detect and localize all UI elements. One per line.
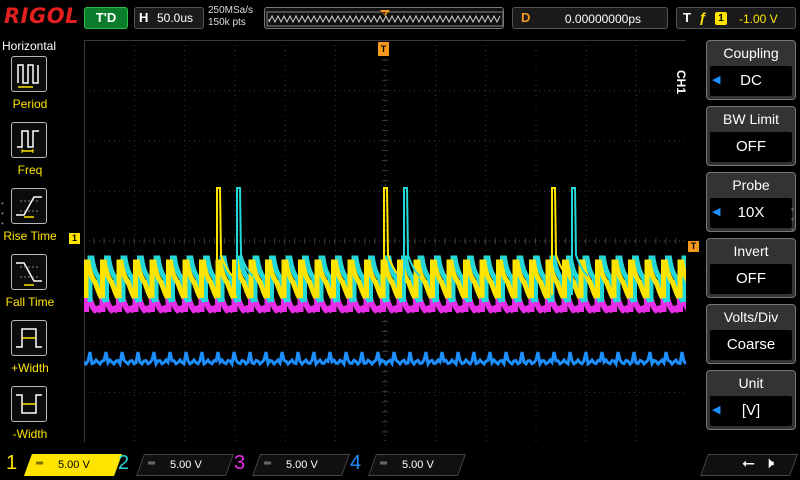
fall-time-label: Fall Time <box>5 295 55 309</box>
measure-freq-button[interactable]: Freq <box>0 122 60 186</box>
measure-negative-width-button[interactable]: -Width <box>0 386 60 450</box>
probe-value: 10X <box>710 198 792 228</box>
delay-value: 0.00000000ps <box>564 12 641 26</box>
delay-box[interactable]: D 0.00000000ps <box>512 7 668 29</box>
rise-time-label: Rise Time <box>3 229 57 243</box>
memory-waveform-preview: T <box>266 10 503 27</box>
trigger-source-badge: 1 <box>715 12 727 25</box>
ch1-scale: 5.00 V <box>58 459 90 471</box>
right-menu-page-indicator: • • • <box>791 205 794 234</box>
period-label: Period <box>12 97 48 111</box>
ch1-ground-marker[interactable]: 1 <box>69 233 80 244</box>
memory-overview-bar[interactable]: T <box>264 7 504 29</box>
measure-period-button[interactable]: Period <box>0 56 60 120</box>
timebase-box[interactable]: H 50.0us <box>134 7 204 29</box>
bw-limit-softkey[interactable]: BW Limit OFF <box>706 106 796 166</box>
dc-coupling-icon: ═ <box>264 458 272 469</box>
measure-positive-width-button[interactable]: +Width <box>0 320 60 384</box>
left-arrow-icon: ◀ <box>712 74 721 86</box>
rising-edge-icon: ƒ <box>699 9 707 25</box>
invert-softkey[interactable]: Invert OFF <box>706 238 796 298</box>
dc-coupling-icon: ═ <box>380 458 388 469</box>
horizontal-measure-menu: Horizontal Period Freq Rise Time Fall Ti… <box>0 36 60 450</box>
channel-settings-menu: Coupling DC ◀ BW Limit OFF Probe 10X ◀ I… <box>700 36 800 450</box>
ch1-status[interactable]: 1 ═ 5.00 V <box>6 452 123 476</box>
ch2-status[interactable]: 2 ═ 5.00 V <box>118 452 235 476</box>
channel-status-bar: 1 ═ 5.00 V 2 ═ 5.00 V 3 ═ 5.00 V 4 ═ 5.0… <box>0 450 800 480</box>
period-icon <box>11 56 47 92</box>
trigger-label: T <box>683 10 691 25</box>
volts-div-title: Volts/Div <box>723 309 779 325</box>
measure-fall-time-button[interactable]: Fall Time <box>0 254 60 318</box>
coupling-title: Coupling <box>723 45 779 61</box>
rigol-logo: RIGOL <box>4 4 79 28</box>
ch4-status[interactable]: 4 ═ 5.00 V <box>350 452 467 476</box>
coupling-value: DC <box>710 66 792 96</box>
negative-width-icon <box>11 386 47 422</box>
channel-menu-tag: CH1 <box>674 70 688 95</box>
acquisition-info: 250MSa/s 150k pts <box>208 5 253 29</box>
positive-width-label: +Width <box>11 361 49 375</box>
timebase-value: 50.0us <box>157 11 194 25</box>
bw-limit-title: BW Limit <box>723 111 779 127</box>
ch4-scale: 5.00 V <box>402 459 434 471</box>
unit-value: [V] <box>710 396 792 426</box>
speaker-muted-icon[interactable]: 🕨 <box>764 455 774 473</box>
probe-title: Probe <box>732 177 770 193</box>
dc-coupling-icon: ═ <box>148 458 156 469</box>
delay-label: D <box>521 10 531 25</box>
ch1-number: 1 <box>6 452 18 474</box>
ch3-number: 3 <box>234 452 246 474</box>
positive-width-icon <box>11 320 47 356</box>
waveform-traces <box>84 187 686 368</box>
ch3-status[interactable]: 3 ═ 5.00 V <box>234 452 351 476</box>
fall-time-icon <box>11 254 47 290</box>
rise-time-icon <box>11 188 47 224</box>
trigger-position-marker[interactable]: T <box>378 42 389 56</box>
memory-depth: 150k pts <box>208 17 246 28</box>
invert-title: Invert <box>733 243 769 259</box>
freq-icon <box>11 122 47 158</box>
usb-icon: ⭠ <box>742 455 755 472</box>
coupling-softkey[interactable]: Coupling DC ◀ <box>706 40 796 100</box>
top-status-bar: RIGOL T'D H 50.0us 250MSa/s 150k pts T D… <box>0 0 800 36</box>
ch2-number: 2 <box>118 452 130 474</box>
run-status-badge[interactable]: T'D <box>84 7 128 29</box>
left-arrow-icon: ◀ <box>712 404 721 416</box>
ch3-scale: 5.00 V <box>286 459 318 471</box>
volts-div-softkey[interactable]: Volts/Div Coarse <box>706 304 796 364</box>
timebase-label: H <box>139 10 149 25</box>
ch4-trace <box>84 351 686 368</box>
unit-softkey[interactable]: Unit [V] ◀ <box>706 370 796 430</box>
bw-limit-value: OFF <box>710 132 792 162</box>
volts-div-value: Coarse <box>710 330 792 360</box>
ch4-number: 4 <box>350 452 362 474</box>
measure-rise-time-button[interactable]: Rise Time <box>0 188 60 252</box>
negative-width-label: -Width <box>12 427 48 441</box>
sample-rate: 250MSa/s <box>208 5 254 16</box>
invert-value: OFF <box>710 264 792 294</box>
waveform-display[interactable] <box>84 40 686 442</box>
memory-trigger-marker: T <box>381 11 387 19</box>
freq-label: Freq <box>17 163 43 177</box>
unit-title: Unit <box>738 375 764 391</box>
left-arrow-icon: ◀ <box>712 206 721 218</box>
probe-softkey[interactable]: Probe 10X ◀ <box>706 172 796 232</box>
left-menu-title: Horizontal <box>2 39 57 53</box>
ch2-scale: 5.00 V <box>170 459 202 471</box>
trigger-level-marker[interactable]: T <box>688 241 699 252</box>
left-menu-page-indicator: • • • <box>1 199 4 228</box>
dc-coupling-icon: ═ <box>36 458 44 469</box>
trigger-box[interactable]: T ƒ 1 -1.00 V <box>676 7 796 29</box>
trigger-level-value: -1.00 V <box>739 12 778 26</box>
